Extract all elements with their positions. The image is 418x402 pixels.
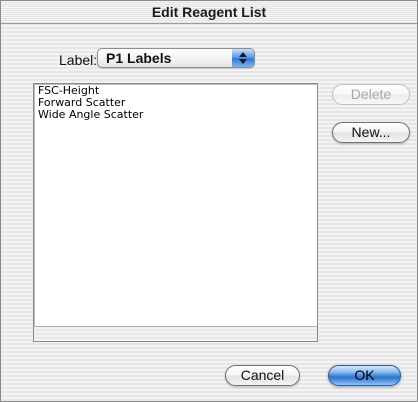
label-popup-value: P1 Labels [106,50,172,66]
reagent-list[interactable]: FSC-Height Forward Scatter Wide Angle Sc… [33,83,318,342]
dialog-title: Edit Reagent List [151,4,267,20]
cancel-button[interactable]: Cancel [225,365,300,386]
horizontal-scrollbar[interactable] [34,326,317,341]
edit-reagent-list-dialog: Edit Reagent List Label: P1 Labels FSC-H… [0,0,418,402]
title-bar[interactable]: Edit Reagent List [1,1,417,24]
label-popup-menu[interactable]: P1 Labels [97,48,255,68]
up-down-arrows-icon [232,49,254,67]
new-button[interactable]: New... [332,122,410,143]
label-caption: Label: [59,52,98,68]
ok-button[interactable]: OK [328,365,401,386]
list-item[interactable]: Wide Angle Scatter [38,108,143,121]
delete-button[interactable]: Delete [332,84,410,105]
